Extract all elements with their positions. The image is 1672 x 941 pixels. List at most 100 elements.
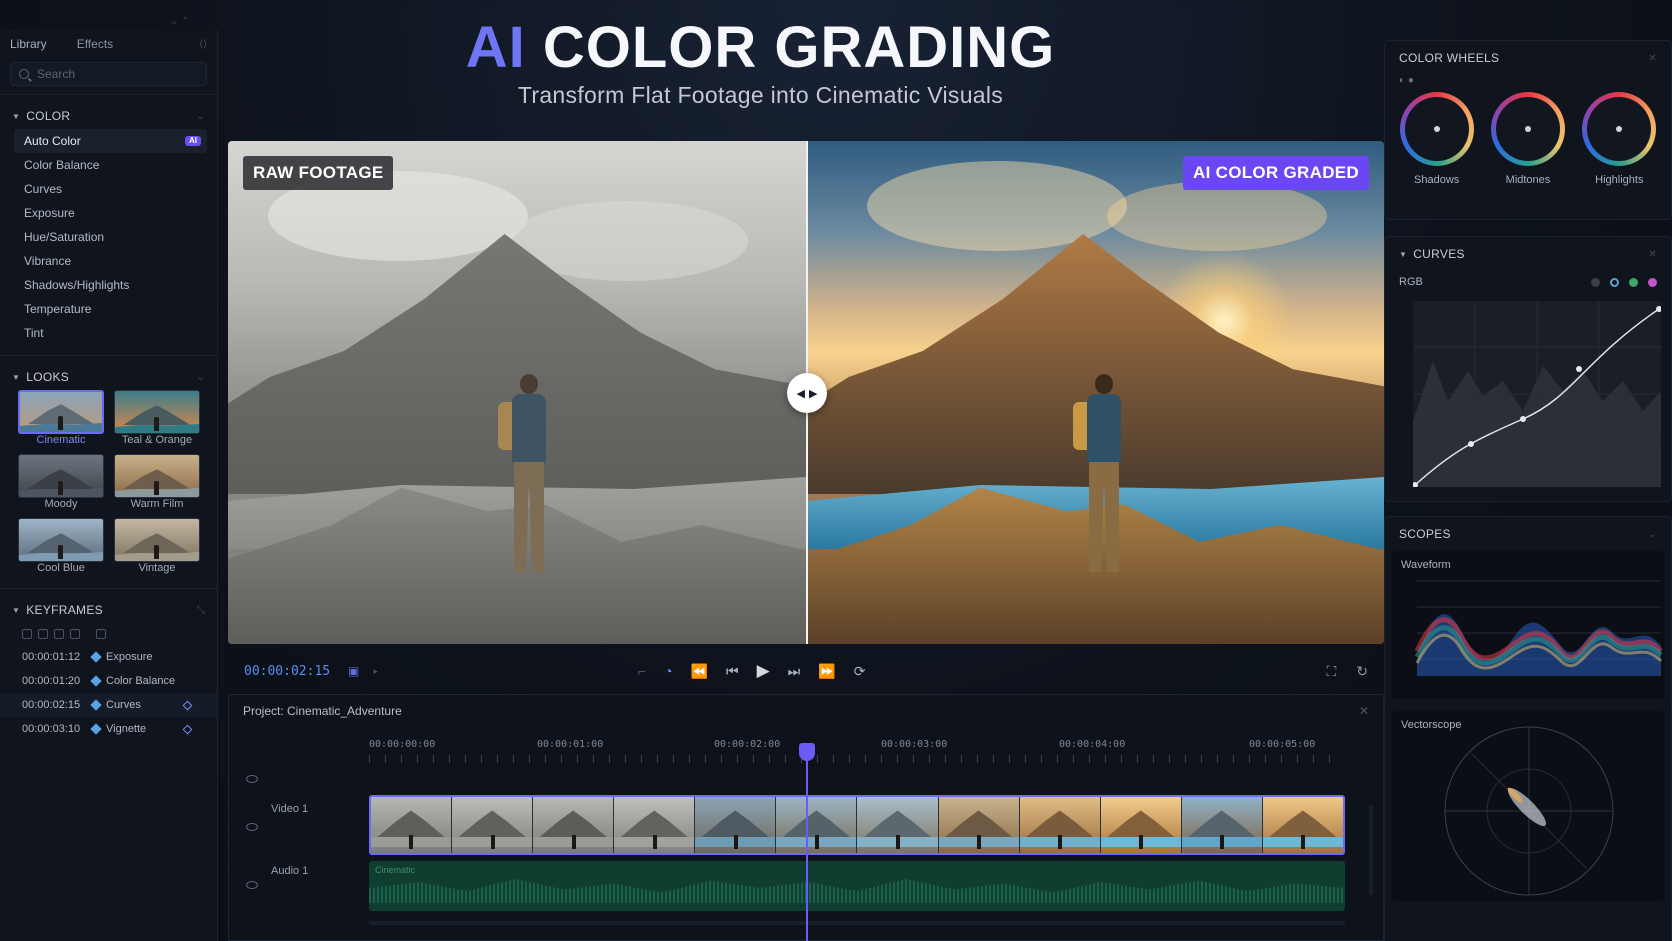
close-icon[interactable]: ✕ <box>1359 704 1369 718</box>
color-item-hue-saturation[interactable]: Hue/Saturation <box>0 225 217 249</box>
chevron-down-icon[interactable]: ⌄ <box>1648 529 1657 540</box>
vectorscope-graph <box>1444 726 1614 896</box>
search-input[interactable]: Search <box>10 62 207 86</box>
raw-footage-pane <box>228 141 806 644</box>
look-warm-film[interactable]: Warm Film <box>114 454 200 510</box>
keyframe-row[interactable]: 00:00:03:10 Vignette <box>0 717 217 741</box>
viewer-options: ⛶ ↻ <box>1326 663 1384 680</box>
play-icon[interactable]: ▶ <box>757 661 770 681</box>
look-vintage[interactable]: Vintage <box>114 518 200 574</box>
wheel-label: Shadows <box>1414 174 1460 186</box>
lock-icon[interactable] <box>246 775 258 783</box>
arrow-right-icon: ▶ <box>809 387 818 400</box>
timeline-vertical-scrollbar[interactable] <box>1369 805 1373 895</box>
keyframe-marker-icon[interactable] <box>182 724 193 734</box>
audio-waveform <box>369 879 1345 903</box>
wheel-label: Highlights <box>1595 174 1644 186</box>
clip-icon[interactable]: ▣ <box>348 664 359 678</box>
color-wheel-ring[interactable] <box>1399 92 1474 166</box>
fit-screen-icon[interactable]: ⛶ <box>1326 663 1336 680</box>
collapse-icon[interactable]: ⟨⟩ <box>199 39 207 50</box>
search-icon <box>19 69 29 79</box>
color-item-auto-color[interactable]: Auto Color AI <box>14 129 207 153</box>
keyframe-row[interactable]: 00:00:02:15 Curves <box>0 693 217 717</box>
color-item-exposure[interactable]: Exposure <box>0 201 217 225</box>
keyframe-row[interactable]: 00:00:01:20 Color Balance <box>0 669 217 693</box>
dropdown-icon[interactable]: ▸ <box>373 666 378 677</box>
channel-blue[interactable] <box>1610 277 1619 287</box>
color-item-shadows-highlights[interactable]: Shadows/Highlights <box>0 273 217 297</box>
playhead[interactable] <box>799 743 815 941</box>
tab-library[interactable]: Library <box>10 37 47 51</box>
looks-section-header[interactable]: ▼ LOOKS ⌄ <box>0 364 217 390</box>
color-item-curves[interactable]: Curves <box>0 177 217 201</box>
keyframe-tool-icon[interactable] <box>38 629 48 639</box>
refresh-icon[interactable]: ↻ <box>1356 663 1368 680</box>
color-item-vibrance[interactable]: Vibrance <box>0 249 217 273</box>
expand-icon[interactable]: ⤡ <box>197 605 205 616</box>
tab-effects[interactable]: Effects <box>77 37 113 51</box>
close-icon[interactable]: ✕ <box>1648 249 1657 260</box>
chevron-down-icon[interactable]: ⌄ <box>196 111 205 122</box>
wheel-puck[interactable] <box>1433 126 1440 132</box>
curves-editor[interactable] <box>1412 301 1662 488</box>
keyframe-marker-icon[interactable] <box>182 700 193 710</box>
keyframe-tool-icon[interactable] <box>70 629 80 639</box>
look-thumbnail <box>114 390 200 434</box>
look-teal-orange[interactable]: Teal & Orange <box>114 390 200 446</box>
close-icon[interactable]: ✕ <box>1648 53 1657 64</box>
visibility-icon[interactable] <box>246 823 258 831</box>
skip-forward-icon[interactable]: ⏭ <box>788 663 801 680</box>
look-thumbnail <box>18 390 104 434</box>
skip-back-icon[interactable]: ⏮ <box>726 663 739 680</box>
channel-selector <box>1591 277 1657 287</box>
channel-green[interactable] <box>1629 277 1638 287</box>
timeline-header: Project: Cinematic_Adventure ✕ <box>229 695 1383 727</box>
keyframe-row[interactable]: 00:00:01:12 Exposure <box>0 645 217 669</box>
keyframes-section-header[interactable]: ▼ KEYFRAMES ⤡ <box>0 597 217 623</box>
comparison-viewer[interactable]: ◀ ▶ RAW FOOTAGE AI COLOR GRADED <box>228 141 1384 644</box>
wheel-puck[interactable] <box>1524 126 1531 132</box>
color-wheel-ring[interactable] <box>1490 92 1565 166</box>
ruler-label: 00:00:02:00 <box>714 739 781 750</box>
keyframe-toolbar <box>0 623 217 645</box>
look-moody[interactable]: Moody <box>18 454 104 510</box>
color-item-label: Auto Color <box>24 134 81 148</box>
timeline-scrollbar[interactable] <box>369 921 1345 925</box>
wheel-mode-icon[interactable]: ◐ ● <box>1385 75 1671 92</box>
look-label: Moody <box>44 498 78 510</box>
keyframe-tool-icon[interactable] <box>54 629 64 639</box>
look-thumbnail <box>18 518 104 562</box>
chevron-down-icon[interactable]: ⌄ <box>196 372 205 383</box>
wheel-midtones[interactable]: Midtones <box>1490 92 1565 186</box>
go-to-end-icon[interactable]: ⏩ <box>818 663 835 680</box>
rewind-icon[interactable]: ⏪ <box>691 663 708 680</box>
wheel-puck[interactable] <box>1616 126 1623 132</box>
keyframe-tool-icon[interactable] <box>22 629 32 639</box>
speaker-icon[interactable] <box>246 881 258 889</box>
mark-in-icon[interactable]: ⌐ <box>638 663 646 679</box>
wheel-shadows[interactable]: Shadows <box>1399 92 1474 186</box>
keyframe-diamond-icon <box>90 723 102 735</box>
loop-mode-icon[interactable]: ◔ <box>664 663 672 679</box>
channel-luma[interactable] <box>1591 277 1600 287</box>
video-clip[interactable] <box>369 795 1345 855</box>
curve-graph[interactable] <box>1412 301 1662 488</box>
color-section-header[interactable]: ▼ COLOR ⌄ <box>0 103 217 129</box>
graded-footage-pane <box>807 141 1384 644</box>
color-item-color-balance[interactable]: Color Balance <box>0 153 217 177</box>
keyframe-tool-icon[interactable] <box>96 629 106 639</box>
ai-graded-tag: AI COLOR GRADED <box>1183 156 1369 190</box>
channel-magenta[interactable] <box>1648 277 1657 287</box>
color-item-tint[interactable]: Tint <box>0 321 217 345</box>
ruler-label: 00:00:03:00 <box>881 739 948 750</box>
split-handle[interactable]: ◀ ▶ <box>787 373 827 413</box>
loop-icon[interactable]: ⟳ <box>854 663 866 680</box>
keyframe-name: Curves <box>106 699 141 711</box>
look-cinematic[interactable]: Cinematic <box>18 390 104 446</box>
look-cool-blue[interactable]: Cool Blue <box>18 518 104 574</box>
color-wheel-ring[interactable] <box>1582 92 1657 166</box>
color-item-temperature[interactable]: Temperature <box>0 297 217 321</box>
wheel-highlights[interactable]: Highlights <box>1582 92 1657 186</box>
audio-clip[interactable]: Cinematic <box>369 861 1345 911</box>
